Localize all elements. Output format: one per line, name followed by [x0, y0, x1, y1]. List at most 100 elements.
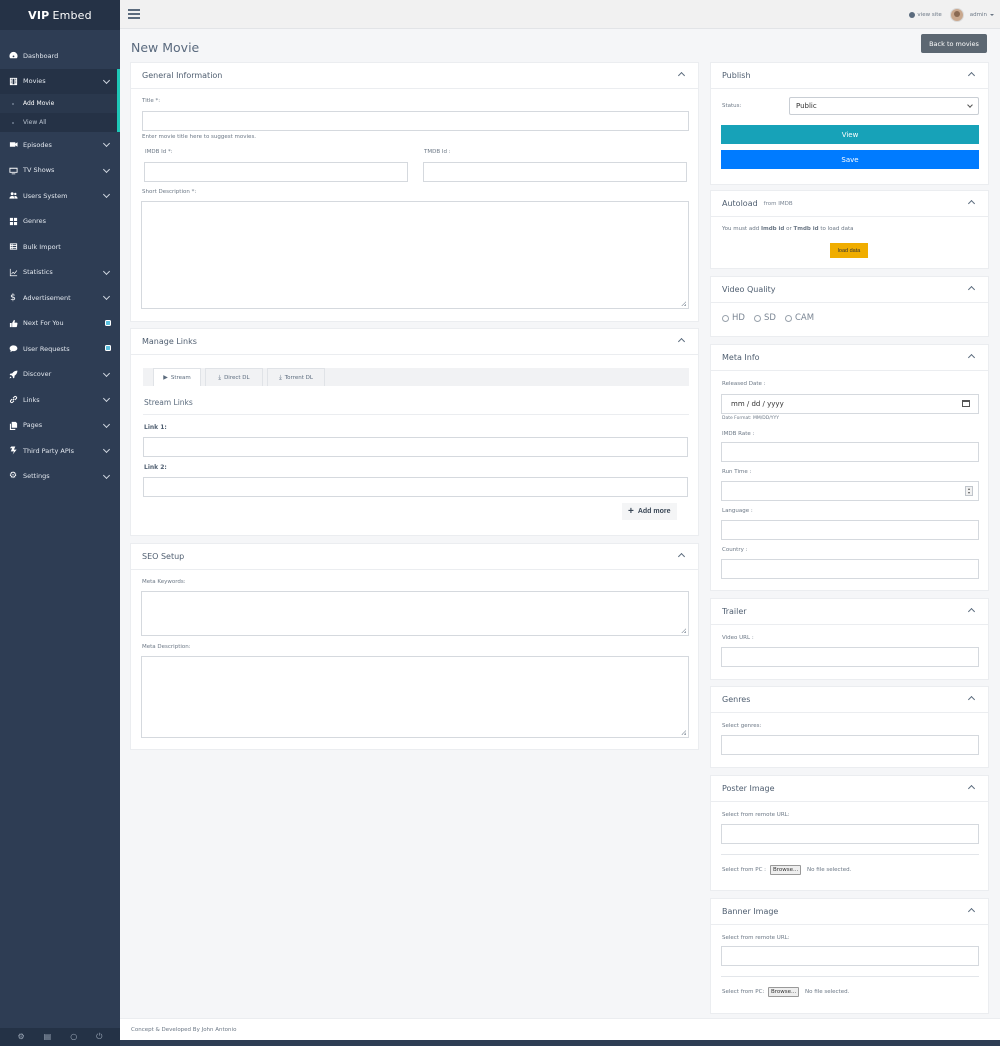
tab-torrent-dl[interactable]: ⤓ Torrent DL [267, 368, 325, 386]
tab-direct-dl[interactable]: ⤓ Direct DL [205, 368, 263, 386]
released-date-input[interactable]: mm / dd / yyyy [721, 394, 979, 414]
hamburger-menu-icon[interactable] [128, 9, 140, 19]
sidebar-item-statistics[interactable]: Statistics [0, 260, 120, 286]
collapse-icon[interactable] [967, 199, 976, 208]
card-header: Video Quality [711, 277, 988, 303]
film-strip-icon[interactable]: ▤ [44, 1033, 52, 1041]
collapse-icon[interactable] [677, 552, 686, 561]
sidebar-item-label: Movies [23, 77, 46, 86]
grid-icon [8, 216, 18, 226]
user-menu[interactable]: admin [970, 12, 987, 18]
autoload-message: You must add Imdb id or Tmdb id to load … [722, 226, 854, 232]
banner-browse-button[interactable]: Browse... [768, 987, 800, 997]
tab-stream[interactable]: ▶ Stream [153, 368, 201, 386]
notification-badge [105, 345, 111, 351]
calendar-icon[interactable] [962, 400, 970, 407]
circle-icon[interactable]: ○ [70, 1033, 77, 1041]
caret-down-icon[interactable] [990, 13, 994, 16]
chevron-down-icon [102, 165, 111, 173]
sidebar-item-episodes[interactable]: Episodes [0, 132, 120, 158]
collapse-icon[interactable] [967, 71, 976, 80]
collapse-icon[interactable] [967, 784, 976, 793]
meta-description-textarea[interactable] [141, 656, 689, 738]
collapse-icon[interactable] [967, 607, 976, 616]
title-label: Title *: [142, 98, 161, 104]
sidebar-item-users-system[interactable]: Users System [0, 183, 120, 209]
top-bar: view site admin [120, 0, 1000, 29]
settings-gear-icon[interactable]: ⚙ [17, 1033, 24, 1041]
video-url-input[interactable] [721, 647, 979, 667]
tmdb-id-input[interactable] [423, 162, 687, 182]
download-icon: ⤓ [279, 373, 282, 381]
title-input[interactable] [142, 111, 689, 131]
users-icon [8, 191, 18, 201]
divider [721, 854, 979, 855]
sidebar-item-label: Links [23, 395, 40, 404]
quality-hd-radio[interactable]: HD [722, 313, 745, 323]
sidebar-item-pages[interactable]: Pages [0, 413, 120, 439]
sidebar-item-next-for-you[interactable]: Next For You [0, 311, 120, 337]
save-button[interactable]: Save [721, 150, 979, 169]
link-1-input[interactable] [143, 437, 688, 457]
quality-cam-radio[interactable]: CAM [785, 313, 814, 323]
status-select[interactable]: Public [789, 97, 979, 115]
sidebar-item-bulk-import[interactable]: Bulk Import [0, 234, 120, 260]
thumbs-up-icon [8, 318, 18, 328]
collapse-icon[interactable] [967, 285, 976, 294]
view-site-link[interactable]: view site [917, 12, 941, 18]
quality-sd-radio[interactable]: SD [754, 313, 776, 323]
number-stepper-icon[interactable]: ▴ ▾ [965, 486, 973, 496]
collapse-icon[interactable] [967, 695, 976, 704]
card-header: Manage Links [131, 329, 698, 355]
genres-input[interactable] [721, 735, 979, 755]
avatar[interactable] [949, 7, 964, 22]
collapse-icon[interactable] [677, 337, 686, 346]
link-2-input[interactable] [143, 477, 688, 497]
sidebar-item-settings[interactable]: ⚙ Settings [0, 464, 120, 490]
imdb-rate-input[interactable] [721, 442, 979, 462]
sidebar-item-movies[interactable]: Movies [0, 68, 120, 94]
sidebar-item-discover[interactable]: Discover [0, 362, 120, 388]
chevron-down-icon [102, 139, 111, 148]
top-bar-right: view site admin [909, 0, 994, 29]
run-time-input[interactable]: ▴ ▾ [721, 481, 979, 501]
short-description-textarea[interactable] [141, 201, 689, 309]
sidebar-subitem-add-movie[interactable]: Add Movie [0, 94, 120, 113]
view-button[interactable]: View [721, 125, 979, 144]
imdb-id-input[interactable] [144, 162, 408, 182]
brand-logo[interactable]: VIP Embed [0, 0, 120, 30]
add-more-button[interactable]: + Add more [622, 503, 677, 520]
sidebar-subitem-view-all[interactable]: View All [0, 113, 120, 132]
collapse-icon[interactable] [677, 71, 686, 80]
sidebar-item-links[interactable]: Links [0, 387, 120, 413]
sidebar-item-genres[interactable]: Genres [0, 209, 120, 235]
poster-pc-label: Select from PC : [722, 867, 767, 873]
country-input[interactable] [721, 559, 979, 579]
poster-browse-button[interactable]: Browse... [770, 865, 802, 875]
chevron-down-icon [102, 445, 111, 454]
back-to-movies-button[interactable]: Back to movies [921, 34, 987, 53]
sidebar-item-tv-shows[interactable]: TV Shows [0, 158, 120, 184]
banner-remote-url-input[interactable] [721, 946, 979, 966]
load-data-button[interactable]: load data [830, 243, 868, 258]
sidebar-item-user-requests[interactable]: User Requests [0, 336, 120, 362]
poster-image-card: Poster Image Select from remote URL: Sel… [710, 775, 989, 891]
meta-keywords-textarea[interactable] [141, 591, 689, 636]
dashboard-icon [8, 51, 18, 61]
sidebar-item-advertisement[interactable]: $ Advertisement [0, 285, 120, 311]
sidebar-item-third-party-apis[interactable]: Third Party APIs [0, 438, 120, 464]
sidebar-item-dashboard[interactable]: Dashboard [0, 43, 120, 69]
collapse-icon[interactable] [967, 907, 976, 916]
meta-info-card: Meta Info Released Date : mm / dd / yyyy… [710, 344, 989, 591]
card-header: Meta Info [711, 345, 988, 371]
card-header: SEO Setup [131, 544, 698, 570]
page-footer: Concept & Developed By John Antonio [120, 1018, 1000, 1040]
language-label: Language : [722, 508, 753, 514]
power-icon[interactable]: ⏻ [96, 1033, 102, 1041]
collapse-icon[interactable] [967, 353, 976, 362]
language-input[interactable] [721, 520, 979, 540]
dollar-icon: $ [10, 292, 16, 303]
sidebar-item-label: User Requests [23, 344, 70, 353]
sidebar-item-label: Pages [23, 421, 43, 430]
poster-remote-url-input[interactable] [721, 824, 979, 844]
